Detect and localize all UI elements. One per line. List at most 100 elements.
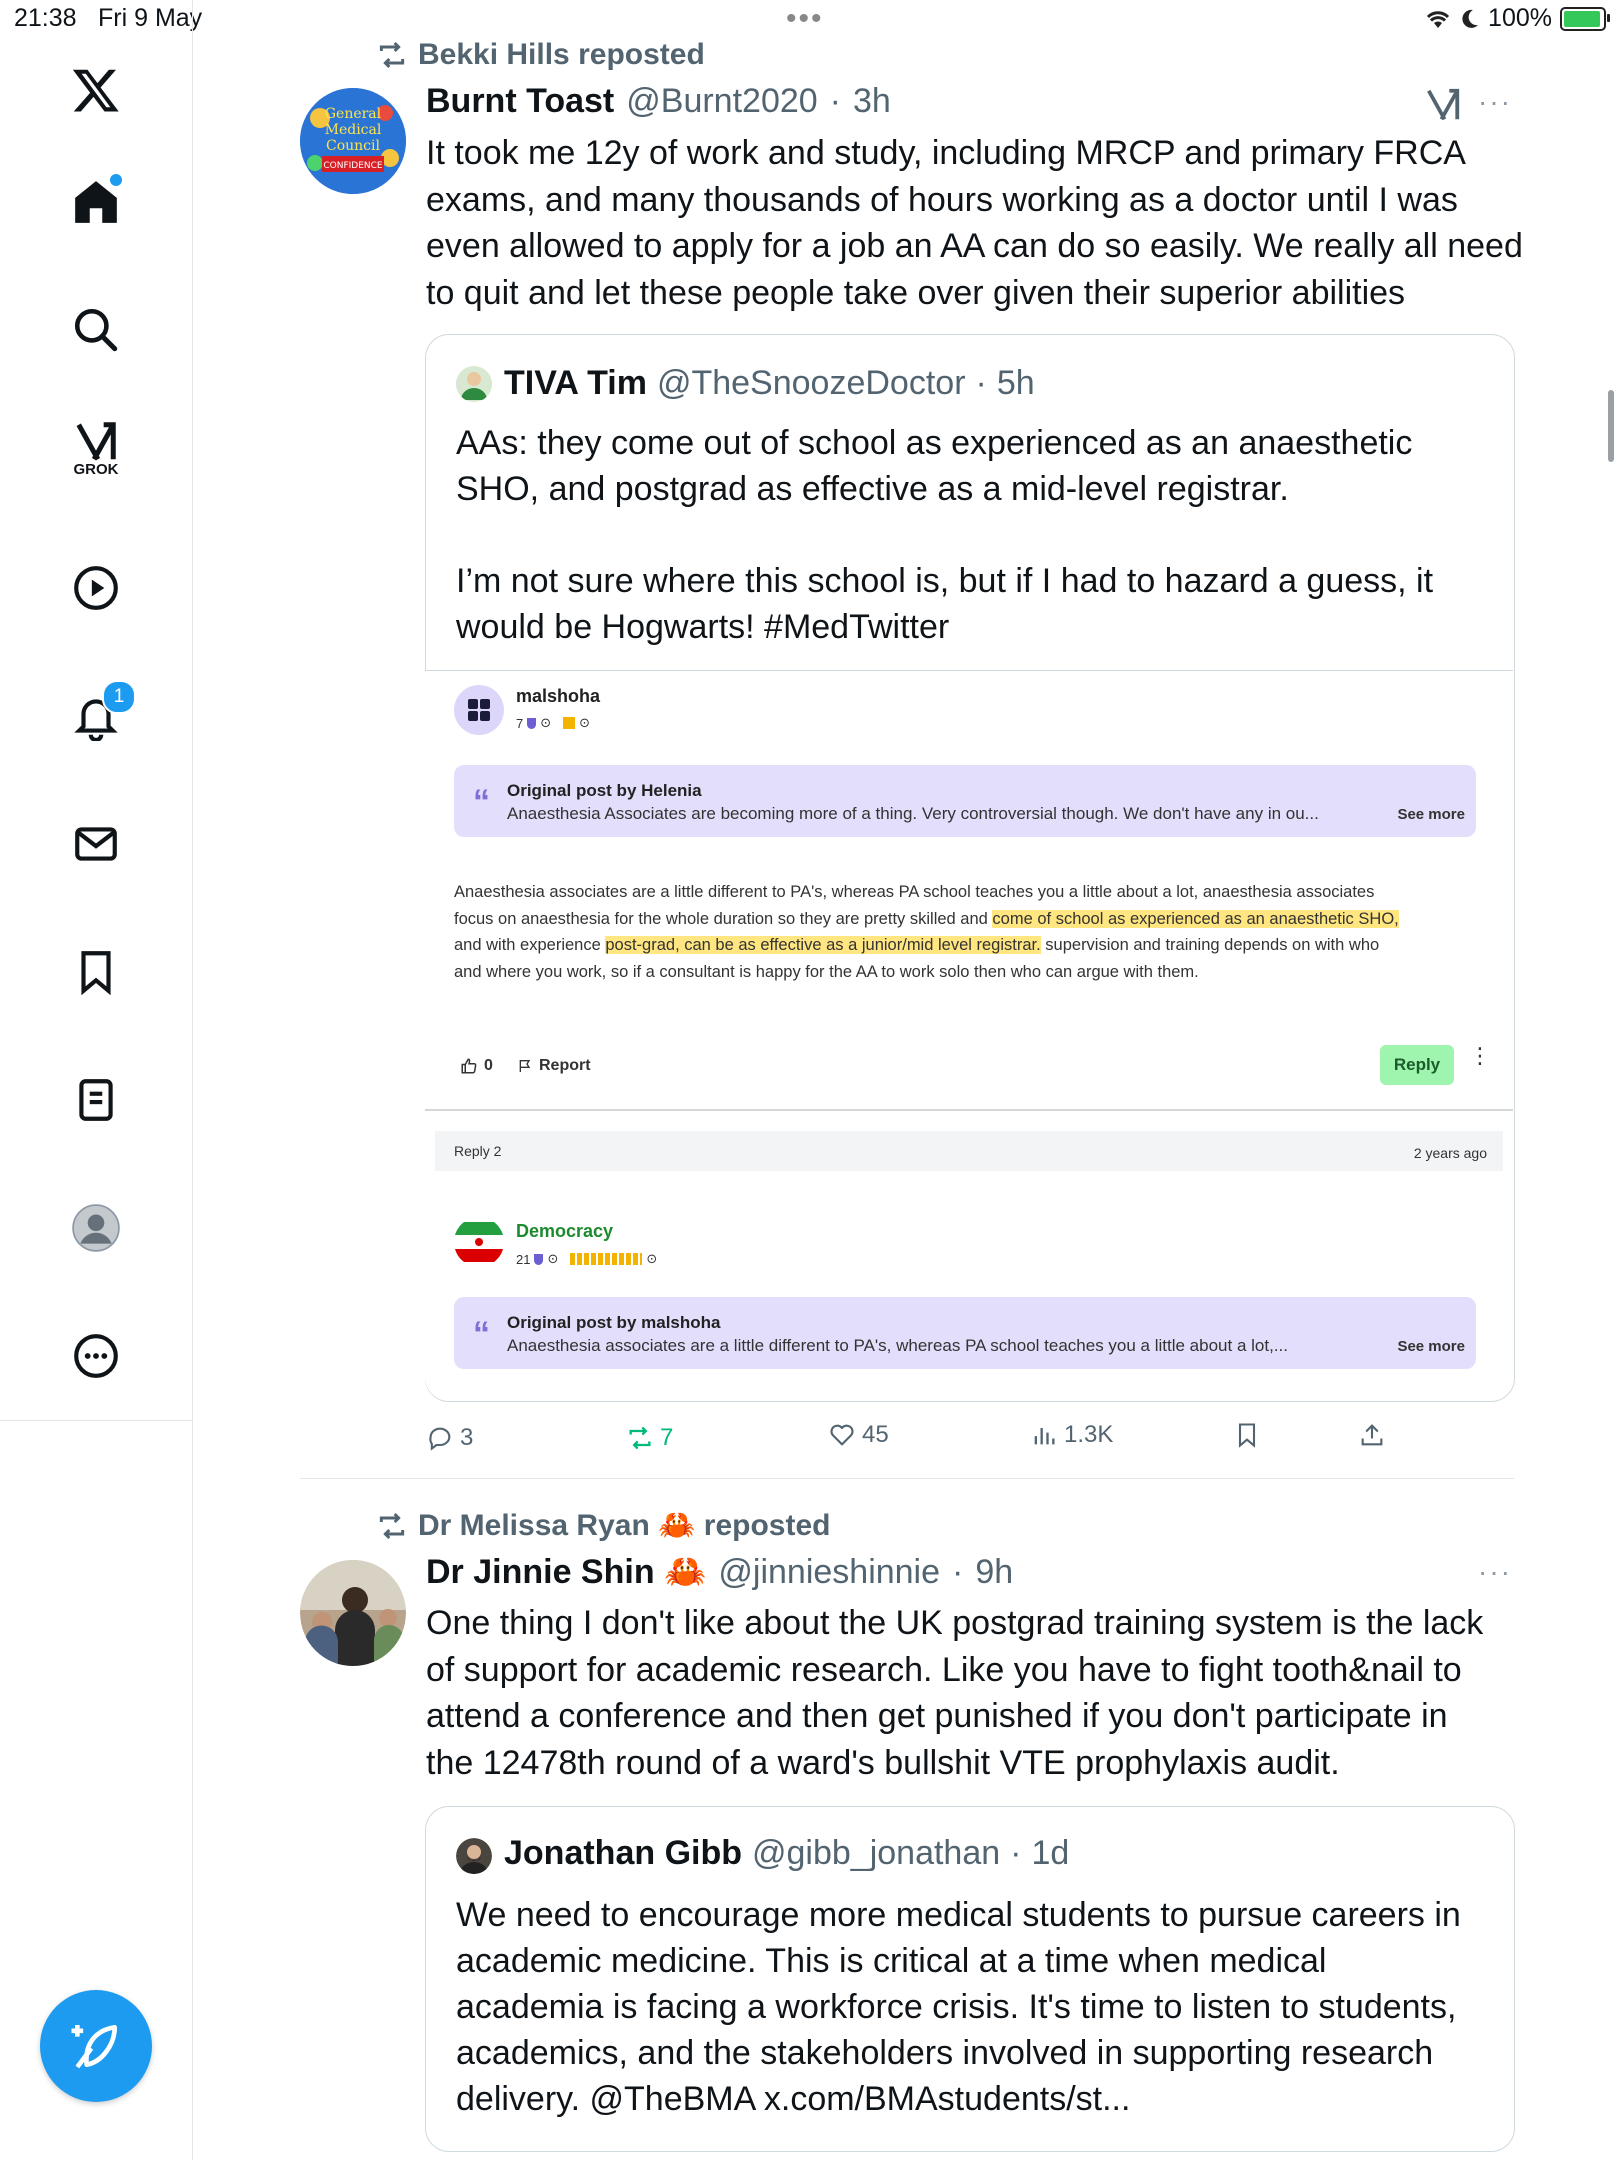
more-icon[interactable] <box>60 1320 132 1392</box>
quote1-text-line: SHO, and postgrad as effective as a mid-… <box>456 470 1289 508</box>
post1-views-button[interactable]: 1.3K <box>1030 1421 1113 1449</box>
post1-repost-button[interactable]: 7 <box>626 1424 673 1452</box>
info-icon: ⊙ <box>540 715 552 730</box>
embed-report-label: Report <box>539 1057 591 1074</box>
quote1-blank-line <box>456 512 1496 558</box>
post1-reply-count: 3 <box>460 1424 474 1451</box>
info-icon: ⊙ <box>579 715 591 730</box>
quote1-text-line: would be Hogwarts! #MedTwitter <box>456 608 950 646</box>
compose-feather-icon <box>71 2025 117 2069</box>
grok-nav[interactable]: GROK <box>60 412 132 484</box>
scrollbar-thumb[interactable] <box>1608 390 1614 462</box>
messages-icon[interactable] <box>60 808 132 880</box>
post1-share-button[interactable] <box>1358 1421 1386 1449</box>
search-icon[interactable] <box>60 294 132 366</box>
embed-quote-block-2 <box>454 1297 1476 1369</box>
post2-time[interactable]: 9h <box>975 1553 1013 1592</box>
post2-text-line: of support for academic research. Like y… <box>426 1650 1462 1689</box>
post1-reply-button[interactable]: 3 <box>426 1424 473 1452</box>
embed-reply-button: Reply <box>1380 1045 1454 1085</box>
post1-avatar[interactable]: General Medical Council CONFIDENCE <box>300 88 406 194</box>
quote1-text-line: AAs: they come out of school as experien… <box>456 424 1413 462</box>
embed-para-line: and with experience post-grad, can be as… <box>454 932 1494 959</box>
quote-mark-icon: “ <box>473 783 490 821</box>
quote2-text-line: academics, and the stakeholders involved… <box>456 2034 1434 2072</box>
repost-icon <box>379 1512 405 1539</box>
post1-author-handle[interactable]: @Burnt2020 <box>626 82 817 121</box>
svg-text:CONFIDENCE: CONFIDENCE <box>323 161 383 171</box>
video-icon[interactable] <box>60 552 132 624</box>
notifications-icon[interactable]: 1 <box>60 680 136 752</box>
battery-percent: 100% <box>1488 4 1552 32</box>
embed-reply2-header <box>435 1131 1503 1171</box>
embed-para-highlight: come of school as experienced as an anae… <box>992 909 1399 928</box>
post-divider <box>300 1478 1514 1479</box>
post2-text-line: One thing I don't like about the UK post… <box>426 1604 1484 1642</box>
lists-icon[interactable] <box>60 1064 132 1136</box>
embed-para-line: focus on anaesthesia for the whole durat… <box>454 906 1494 933</box>
quote2-text-line: We need to encourage more medical studen… <box>456 1896 1461 1934</box>
quote2-time: 1d <box>1031 1834 1070 1872</box>
bookmarks-icon[interactable] <box>60 936 132 1008</box>
quote2-text-line: academic medicine. This is critical at a… <box>456 1942 1327 1980</box>
post2-text-line: the 12478th round of a ward's bullshit V… <box>426 1743 1340 1782</box>
democracy-avatar <box>454 1217 504 1267</box>
post1-text: It took me 12y of work and study, includ… <box>426 130 1526 316</box>
home-icon[interactable] <box>60 166 132 238</box>
rep-bar-icon <box>570 1253 643 1265</box>
quote1-time: 5h <box>996 364 1035 402</box>
quote2-dot: · <box>1010 1834 1022 1872</box>
post2-author-handle[interactable]: @jinnieshinnie <box>718 1553 940 1592</box>
post1-time[interactable]: 3h <box>853 82 891 121</box>
post1-text-line: to quit and let these people take over g… <box>426 273 1406 312</box>
quote1-author-name: TIVA Tim <box>504 364 647 402</box>
svg-text:Medical: Medical <box>325 122 382 138</box>
embed-para-line: Anaesthesia associates are a little diff… <box>454 883 1375 901</box>
post1-author-name[interactable]: Burnt Toast <box>426 82 614 121</box>
embed-see-more: See more <box>1397 806 1465 823</box>
embed-para-seg: supervision and training depends on with… <box>1040 936 1380 954</box>
embed-quote-block-1 <box>454 765 1476 837</box>
quote2-avatar[interactable] <box>456 1838 492 1874</box>
quote1-attached-image[interactable]: malshoha 7 ⊙ ⊙ “ Original post by Heleni… <box>425 670 1513 1401</box>
bookmark-icon <box>1238 1423 1256 1448</box>
embed-like-count: 0 <box>484 1057 493 1074</box>
profile-avatar-icon[interactable] <box>60 1192 132 1264</box>
quote1-avatar[interactable] <box>456 366 492 402</box>
multitask-dots[interactable]: ••• <box>786 2 824 36</box>
jinnie-shin-avatar-image <box>300 1560 406 1666</box>
democracy-stats: 21 ⊙ ⊙ <box>516 1251 657 1267</box>
svg-text:General: General <box>325 106 382 122</box>
quote2-author-handle: @gibb_jonathan <box>752 1834 1001 1872</box>
post1-like-button[interactable]: 45 <box>828 1421 889 1449</box>
post1-more-icon[interactable]: ··· <box>1478 86 1512 118</box>
embed-quote2-text: Anaesthesia associates are a little diff… <box>507 1336 1288 1355</box>
share-upload-icon <box>1361 1424 1383 1446</box>
embed-para-highlight: post-grad, can be as effective as a juni… <box>605 936 1041 954</box>
grok-icon <box>76 421 116 460</box>
quote-mark-icon: “ <box>473 1315 490 1353</box>
post1-grok-button[interactable] <box>1424 86 1462 129</box>
shield-icon <box>527 717 537 729</box>
embed-see-more: See more <box>1397 1338 1465 1355</box>
embed-kebab-icon: ⋮ <box>1469 1043 1491 1068</box>
post2-author-name[interactable]: Dr Jinnie Shin 🦀 <box>426 1552 706 1592</box>
compose-post-button[interactable] <box>40 1990 152 2102</box>
info-icon: ⊙ <box>547 1251 559 1266</box>
post1-dot: · <box>829 82 841 120</box>
embed-reply2-time: 2 years ago <box>1413 1145 1487 1161</box>
general-medical-council-avatar-image: General Medical Council CONFIDENCE <box>300 88 406 194</box>
sidebar-border <box>192 1420 193 2160</box>
x-logo-icon[interactable] <box>60 54 132 126</box>
post2-header: Dr Jinnie Shin 🦀 @jinnieshinnie · 9h <box>426 1552 1013 1592</box>
post1-header: Burnt Toast @Burnt2020 · 3h <box>426 82 891 121</box>
embed-para-line: and where you work, so if a consultant i… <box>454 962 1199 981</box>
post1-repost-count: 7 <box>660 1424 674 1451</box>
moon-icon <box>1462 9 1479 28</box>
grok-icon <box>1427 88 1460 121</box>
post1-bookmark-button[interactable] <box>1233 1421 1261 1449</box>
post2-avatar[interactable] <box>300 1560 406 1666</box>
quote2-text: We need to encourage more medical studen… <box>456 1892 1496 2122</box>
post2-more-icon[interactable]: ··· <box>1478 1556 1512 1588</box>
reply-bubble-icon <box>429 1427 451 1451</box>
